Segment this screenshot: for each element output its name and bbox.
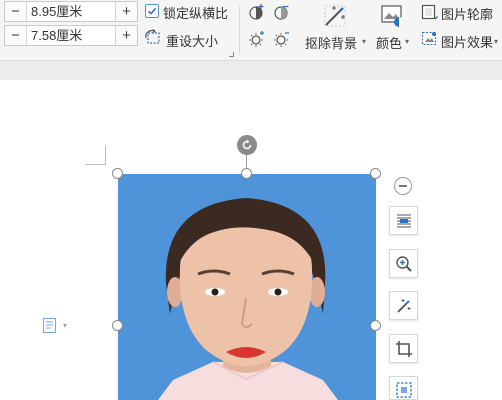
rotate-handle[interactable]	[237, 135, 257, 155]
portrait-image	[158, 198, 338, 400]
color-label[interactable]: 颜色	[376, 33, 402, 52]
width-spinner[interactable]: − 7.58厘米 +	[4, 25, 138, 46]
separator	[239, 6, 240, 54]
quick-remove-background-button[interactable]	[389, 291, 418, 320]
resize-handle-right[interactable]	[370, 320, 381, 331]
zoom-in-icon	[395, 255, 412, 272]
picture-outline-label[interactable]: 图片轮廓	[441, 4, 493, 23]
cutout-icon	[395, 382, 412, 398]
remove-background-label[interactable]: 抠除背景	[305, 33, 357, 52]
picture-effects-label[interactable]: 图片效果	[441, 32, 493, 51]
remove-background-dropdown-icon[interactable]: ▾	[362, 37, 366, 46]
id-photo[interactable]	[118, 174, 376, 400]
magic-wand-icon	[396, 298, 410, 313]
collapse-toolbar-button[interactable]	[394, 177, 412, 195]
page-margin-marker	[86, 145, 106, 165]
height-spinner[interactable]: − 8.95厘米 +	[4, 1, 138, 22]
minus-icon	[399, 185, 407, 187]
reset-size-label[interactable]: 重设大小	[166, 31, 218, 50]
height-decrease-button[interactable]: −	[5, 2, 27, 21]
increase-contrast-icon[interactable]	[248, 3, 266, 21]
picture-effects-icon[interactable]	[421, 30, 438, 47]
lock-ratio-label[interactable]: 锁定纵横比	[163, 3, 228, 22]
smart-cutout-button[interactable]	[389, 376, 418, 400]
crop-button[interactable]	[389, 334, 418, 363]
resize-handle-top[interactable]	[241, 168, 252, 179]
decrease-contrast-icon[interactable]	[273, 3, 291, 21]
resize-handle-left[interactable]	[112, 320, 123, 331]
crop-icon	[395, 340, 412, 357]
picture-outline-icon[interactable]	[421, 4, 438, 21]
checkmark-icon	[147, 7, 157, 15]
reset-size-icon[interactable]	[145, 29, 163, 47]
layout-wrap-button[interactable]	[389, 206, 418, 235]
width-input[interactable]: 7.58厘米	[27, 26, 115, 45]
layout-options-dropdown-icon[interactable]: ▾	[63, 321, 67, 330]
color-dropdown-icon[interactable]: ▾	[405, 37, 409, 46]
remove-background-icon[interactable]	[322, 3, 348, 29]
lock-ratio-checkbox[interactable]	[145, 4, 159, 18]
height-input[interactable]: 8.95厘米	[27, 2, 115, 21]
color-picture-icon[interactable]	[380, 3, 406, 29]
height-increase-button[interactable]: +	[115, 2, 137, 21]
text-wrap-icon	[396, 213, 411, 228]
zoom-preview-button[interactable]	[389, 249, 418, 278]
width-increase-button[interactable]: +	[115, 26, 137, 45]
resize-handle-top-left[interactable]	[112, 168, 123, 179]
picture-effects-dropdown-icon[interactable]: ▾	[494, 37, 498, 46]
rotate-icon	[242, 139, 252, 150]
dialog-launcher-icon[interactable]	[229, 52, 234, 57]
resize-handle-top-right[interactable]	[370, 168, 381, 179]
layout-options-icon[interactable]	[42, 317, 58, 334]
increase-brightness-icon[interactable]	[248, 30, 266, 48]
decrease-brightness-icon[interactable]	[273, 30, 291, 48]
width-decrease-button[interactable]: −	[5, 26, 27, 45]
picture-tools-ribbon: − 8.95厘米 + − 7.58厘米 + 锁定纵横比 重设大小 抠除背景 ▾ …	[0, 0, 502, 61]
